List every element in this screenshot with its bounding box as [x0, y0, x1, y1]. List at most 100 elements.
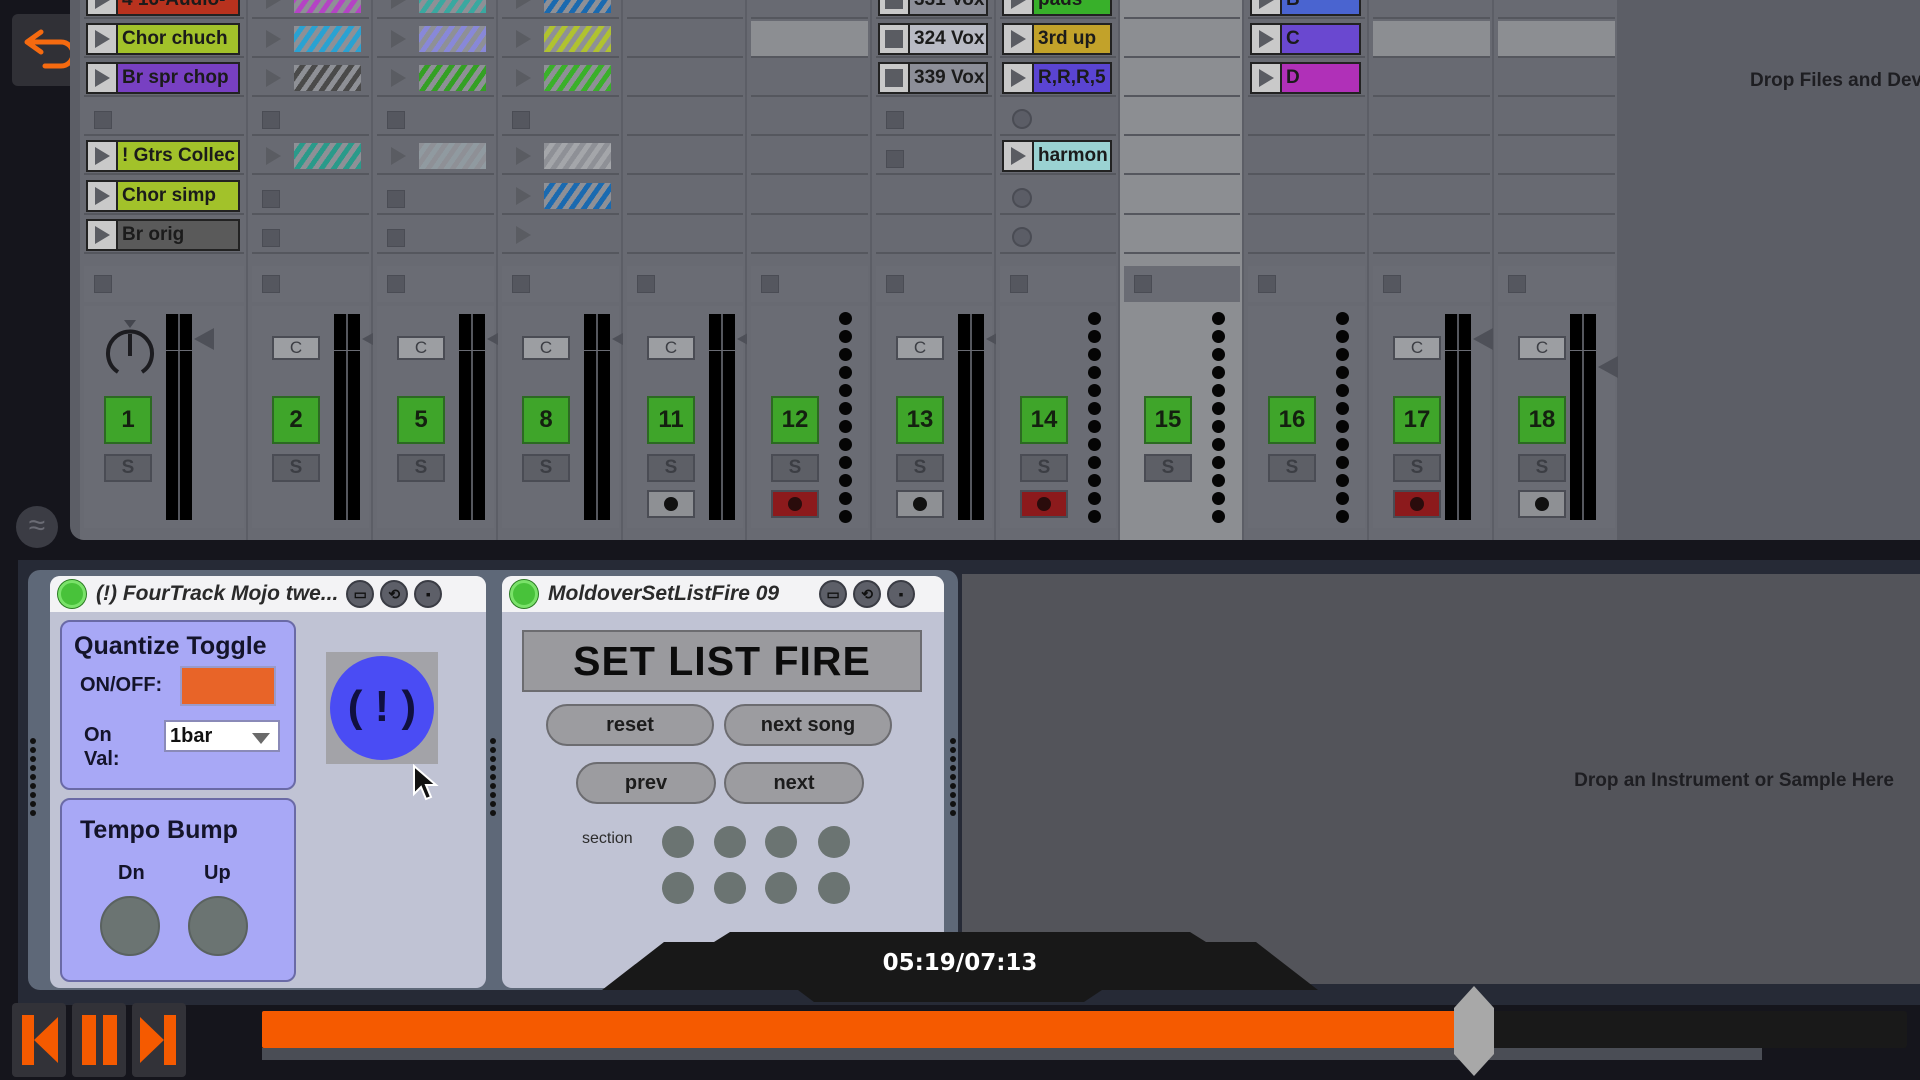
track-stop-button[interactable]	[387, 275, 405, 293]
clip-slot[interactable]	[1248, 99, 1365, 136]
record-slot-icon[interactable]	[1012, 188, 1032, 208]
section-button-7[interactable]	[765, 872, 797, 904]
track-activator[interactable]: 16	[1268, 396, 1316, 444]
play-icon[interactable]	[516, 30, 531, 48]
clip[interactable]	[379, 0, 490, 16]
track-stop-button[interactable]	[1010, 275, 1028, 293]
device-power-button[interactable]	[58, 580, 86, 608]
solo-button[interactable]: S	[647, 454, 695, 482]
clip-slot[interactable]	[1373, 0, 1490, 19]
pause-button[interactable]	[72, 1003, 126, 1077]
clip-slot[interactable]: B	[1248, 0, 1365, 19]
section-button-8[interactable]	[818, 872, 850, 904]
play-icon[interactable]	[516, 0, 531, 9]
play-icon[interactable]	[266, 147, 281, 165]
clip-slot[interactable]	[1124, 21, 1240, 58]
track-stop-button[interactable]	[94, 275, 112, 293]
clip[interactable]	[504, 140, 615, 172]
crossfade-button[interactable]: C	[1518, 336, 1566, 360]
play-icon[interactable]	[391, 69, 406, 87]
stop-icon[interactable]	[387, 229, 405, 247]
solo-button[interactable]: S	[896, 454, 944, 482]
clip-slot[interactable]	[377, 21, 494, 58]
clip-slot[interactable]	[502, 60, 619, 97]
clip-slot[interactable]	[1498, 21, 1615, 58]
solo-button[interactable]: S	[397, 454, 445, 482]
track-activator[interactable]: 12	[771, 396, 819, 444]
edit-icon[interactable]: ⟲	[380, 580, 409, 608]
clip-slot[interactable]	[627, 99, 743, 136]
clip-slot[interactable]	[1124, 60, 1240, 97]
crossfade-button[interactable]: C	[397, 336, 445, 360]
play-icon[interactable]	[391, 0, 406, 9]
volume-slider-icon[interactable]	[194, 328, 214, 350]
hotswap-icon[interactable]: ▭	[346, 580, 375, 608]
clip-launch-button[interactable]	[88, 25, 118, 53]
next-button[interactable]: next	[724, 762, 864, 804]
arm-button[interactable]	[647, 490, 695, 518]
clip-slot[interactable]	[377, 99, 494, 136]
clip-slot[interactable]: R,R,R,5	[1000, 60, 1116, 97]
clip-slot[interactable]	[1498, 60, 1615, 97]
section-button-5[interactable]	[662, 872, 694, 904]
play-icon[interactable]	[266, 69, 281, 87]
clip-slot[interactable]: Br spr chop	[84, 60, 244, 97]
clip-slot[interactable]: pads	[1000, 0, 1116, 19]
solo-button[interactable]: S	[771, 454, 819, 482]
stop-icon[interactable]	[262, 190, 280, 208]
clip-slot[interactable]	[1000, 99, 1116, 136]
section-button-1[interactable]	[662, 826, 694, 858]
level-meter[interactable]	[1445, 314, 1471, 520]
solo-button[interactable]: S	[1268, 454, 1316, 482]
clip-slot[interactable]	[876, 99, 992, 136]
stop-icon[interactable]	[886, 111, 904, 129]
scrubber-handle[interactable]	[1454, 986, 1495, 1076]
level-meter[interactable]	[1570, 314, 1596, 520]
track-stop-button[interactable]	[1134, 275, 1152, 293]
clip-slot[interactable]	[1248, 178, 1365, 215]
clip-slot[interactable]	[252, 217, 369, 254]
pan-knob[interactable]	[102, 320, 158, 380]
clip-slot[interactable]	[377, 178, 494, 215]
stop-icon[interactable]	[387, 111, 405, 129]
track-stop-button[interactable]	[637, 275, 655, 293]
clip[interactable]: B	[1250, 0, 1361, 16]
level-meter[interactable]	[166, 314, 192, 520]
clip[interactable]: Chor chuch	[86, 23, 240, 55]
clip-slot[interactable]: ! Gtrs Collec	[84, 138, 244, 175]
record-slot-icon[interactable]	[1012, 227, 1032, 247]
arm-button[interactable]	[1020, 490, 1068, 518]
volume-slider-icon[interactable]	[1598, 356, 1618, 378]
track-activator[interactable]: 14	[1020, 396, 1068, 444]
clip-slot[interactable]	[502, 138, 619, 175]
level-meter[interactable]	[584, 314, 610, 520]
clip-slot[interactable]	[502, 178, 619, 215]
track-stop-button[interactable]	[761, 275, 779, 293]
clip-slot[interactable]	[1124, 217, 1240, 254]
chain-grip-right[interactable]	[950, 738, 956, 816]
solo-button[interactable]: S	[104, 454, 152, 482]
solo-button[interactable]: S	[272, 454, 320, 482]
track-stop-button[interactable]	[262, 275, 280, 293]
clip-slot[interactable]: Chor chuch	[84, 21, 244, 58]
clip-slot[interactable]	[1000, 178, 1116, 215]
clip[interactable]	[379, 62, 490, 94]
clip-slot[interactable]	[377, 138, 494, 175]
clip-slot[interactable]	[1373, 138, 1490, 175]
clip[interactable]	[254, 0, 365, 16]
clip-launch-button[interactable]	[88, 0, 118, 14]
track-stop-button[interactable]	[1258, 275, 1276, 293]
clip-slot[interactable]: Br orig	[84, 217, 244, 254]
clip[interactable]: Br orig	[86, 219, 240, 251]
clip-launch-button[interactable]	[1004, 0, 1034, 14]
play-icon[interactable]	[516, 187, 531, 205]
clip[interactable]	[504, 23, 615, 55]
previous-button[interactable]	[12, 1003, 66, 1077]
stop-icon[interactable]	[512, 111, 530, 129]
track-stop-button[interactable]	[1383, 275, 1401, 293]
clip[interactable]: C	[1250, 23, 1361, 55]
clip[interactable]: pads	[1002, 0, 1112, 16]
clip-slot[interactable]	[751, 21, 868, 58]
crossfade-button[interactable]: C	[272, 336, 320, 360]
clip-slot[interactable]	[502, 21, 619, 58]
